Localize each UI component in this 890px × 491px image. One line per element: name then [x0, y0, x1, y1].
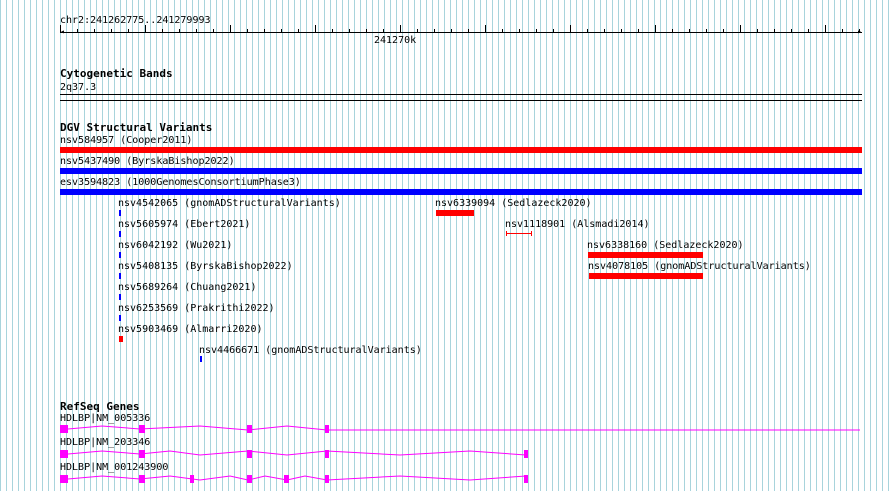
gene-model[interactable] [60, 450, 528, 458]
genome-browser-page: { "locus": "chr2:241262775..241279993", … [0, 0, 890, 491]
refseq-gene-models[interactable] [0, 0, 890, 491]
gene-model[interactable] [60, 475, 528, 483]
gene-model[interactable] [60, 425, 860, 433]
